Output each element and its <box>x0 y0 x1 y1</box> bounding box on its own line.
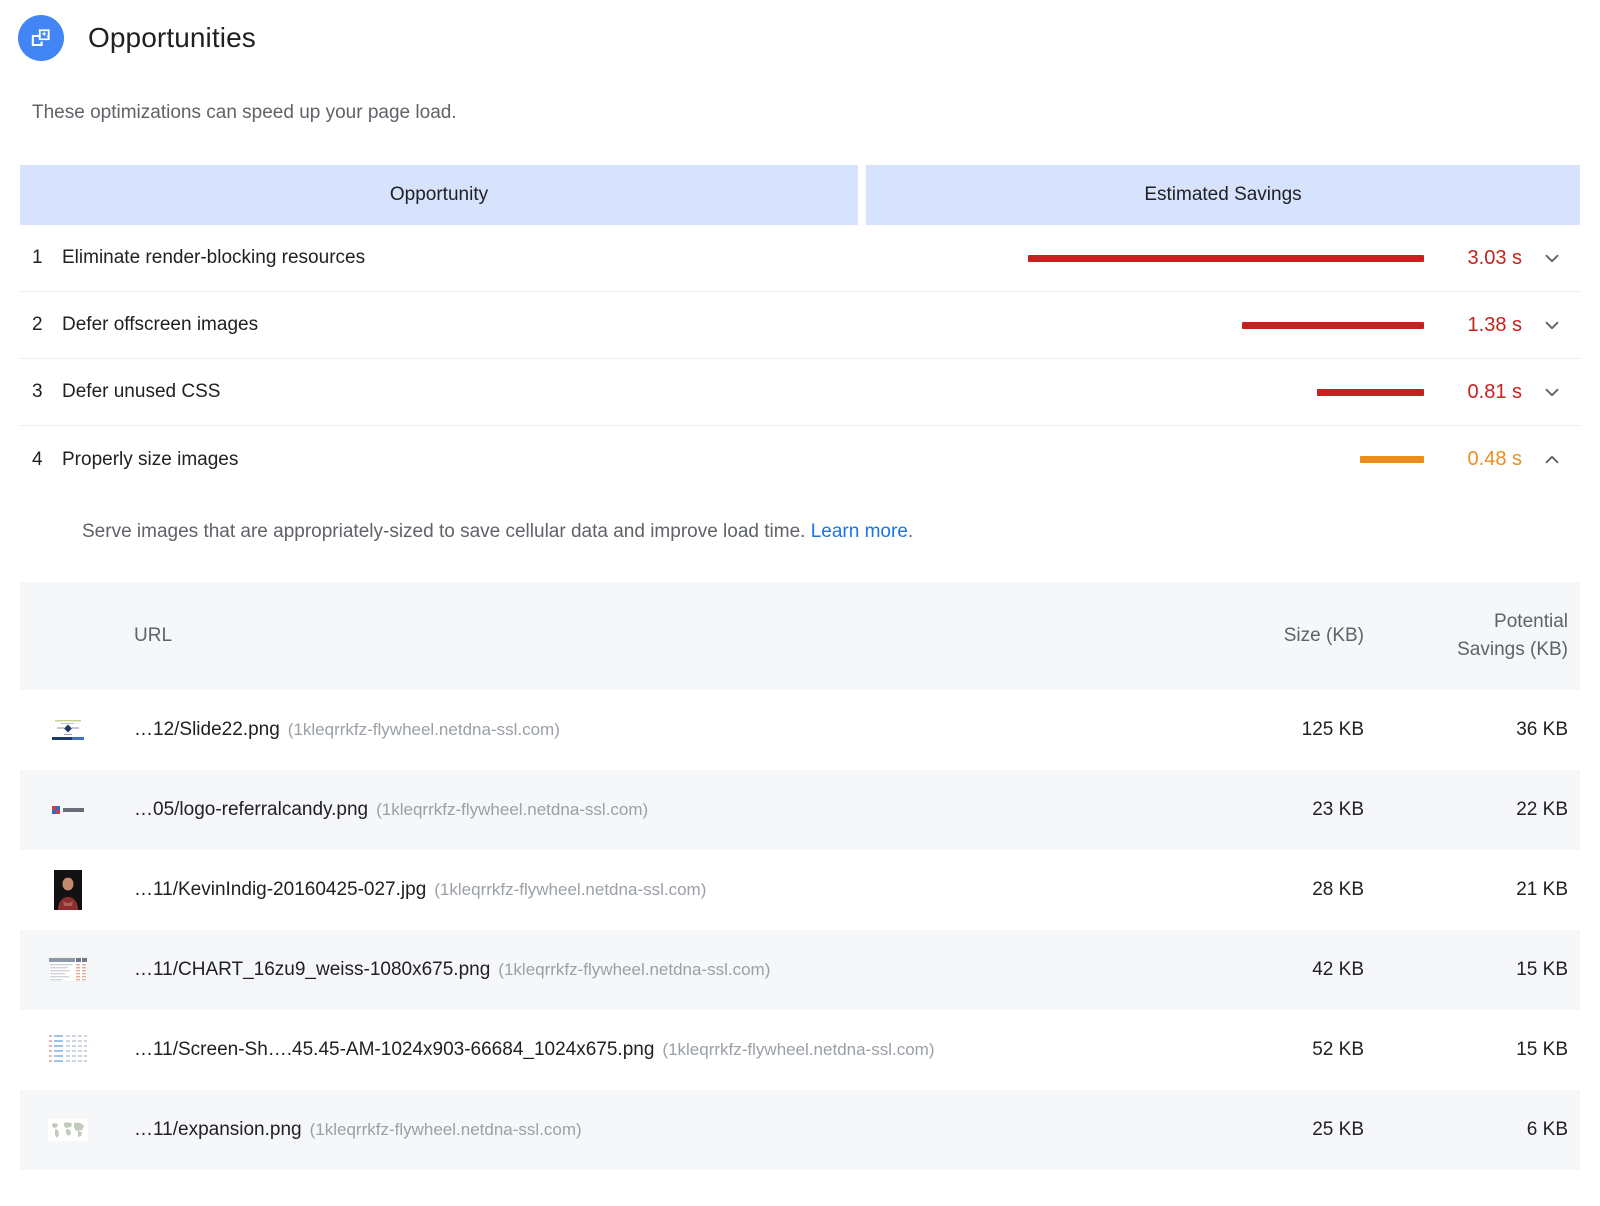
resource-potential-savings: 21 KB <box>1516 878 1568 900</box>
resource-path: …11/Screen-Sh….45.45-AM-1024x903-66684_1… <box>134 1038 655 1060</box>
savings-value: 1.38 s <box>1467 313 1522 336</box>
slide-thumbnail <box>47 710 89 750</box>
table-row[interactable]: …12/Slide22.png (1kleqrrkfz-flywheel.netd… <box>20 690 1580 770</box>
savings-bar <box>1317 388 1424 396</box>
opportunity-rank: 4 <box>32 448 43 470</box>
column-header-estimated-savings: Estimated Savings <box>866 165 1580 225</box>
resource-url: …11/Screen-Sh….45.45-AM-1024x903-66684_1… <box>116 1039 1190 1061</box>
thumbnail-cell <box>20 790 116 830</box>
thumbnail-cell <box>20 869 116 910</box>
resource-url: …12/Slide22.png (1kleqrrkfz-flywheel.netd… <box>116 719 1190 741</box>
panel-header: Opportunities <box>0 0 1600 64</box>
savings-bar <box>1360 456 1424 463</box>
chart-table-thumbnail <box>47 950 89 990</box>
savings-bar-track <box>998 456 1428 463</box>
chevron-down-icon[interactable] <box>1524 381 1580 403</box>
resource-url: …11/CHART_16zu9_weiss-1080x675.png (1kleq… <box>116 959 1190 981</box>
resource-path: …05/logo-referralcandy.png <box>134 798 369 820</box>
chevron-up-icon[interactable] <box>1524 449 1580 471</box>
resource-potential-savings: 15 KB <box>1516 958 1568 980</box>
resource-url: …11/expansion.png (1kleqrrkfz-flywheel.ne… <box>116 1119 1190 1141</box>
resource-host: (1kleqrrkfz-flywheel.netdna-ssl.com) <box>662 1039 935 1059</box>
referralcandy-logo-thumbnail <box>47 790 89 830</box>
learn-more-link[interactable]: Learn more <box>811 521 908 542</box>
column-header-size: Size (KB) <box>1283 624 1364 646</box>
spreadsheet-screenshot-thumbnail <box>47 1030 89 1070</box>
resource-host: (1kleqrrkfz-flywheel.netdna-ssl.com) <box>498 959 771 979</box>
column-header-url: URL <box>134 624 173 646</box>
opportunity-name: Defer offscreen images <box>62 314 259 335</box>
savings-bar-track <box>998 254 1428 262</box>
potential-savings-line1: Potential <box>1494 611 1568 633</box>
savings-bar-track <box>998 388 1428 396</box>
resource-potential-savings: 22 KB <box>1516 798 1568 820</box>
chevron-down-icon[interactable] <box>1524 314 1580 336</box>
table-row[interactable]: …11/Screen-Sh….45.45-AM-1024x903-66684_1… <box>20 1010 1580 1090</box>
resource-path: …12/Slide22.png <box>134 718 280 740</box>
image-sparkle-icon <box>18 15 64 61</box>
potential-savings-line2: Savings (KB) <box>1457 638 1568 660</box>
resource-path: …11/CHART_16zu9_weiss-1080x675.png <box>134 958 491 980</box>
world-map-thumbnail <box>47 1110 89 1150</box>
resource-size: 25 KB <box>1312 1118 1364 1140</box>
resource-potential-savings: 15 KB <box>1516 1038 1568 1060</box>
resource-path: …11/KevinIndig-20160425-027.jpg <box>134 878 427 900</box>
opportunity-row[interactable]: 1 Eliminate render-blocking resources 3.… <box>20 225 1580 292</box>
resource-size: 125 KB <box>1301 718 1364 740</box>
resource-size: 28 KB <box>1312 878 1364 900</box>
opportunity-table: Opportunity Estimated Savings 1 Eliminat… <box>0 165 1600 545</box>
table-row[interactable]: …11/CHART_16zu9_weiss-1080x675.png (1kleq… <box>20 929 1580 1010</box>
resource-url: …11/KevinIndig-20160425-027.jpg (1kleqrrk… <box>116 879 1190 901</box>
opportunity-rank: 1 <box>32 247 43 268</box>
opportunity-row-expanded[interactable]: 4 Properly size images 0.48 s <box>20 426 1580 493</box>
page-title: Opportunities <box>88 22 256 53</box>
thumbnail-cell <box>20 710 116 750</box>
thumbnail-cell <box>20 1030 116 1070</box>
opportunity-row[interactable]: 2 Defer offscreen images 1.38 s <box>20 292 1580 359</box>
resource-size: 23 KB <box>1312 798 1364 820</box>
resource-host: (1kleqrrkfz-flywheel.netdna-ssl.com) <box>434 879 707 899</box>
panel-subtitle: These optimizations can speed up your pa… <box>32 102 457 123</box>
column-header-opportunity: Opportunity <box>20 165 858 225</box>
opportunity-name: Defer unused CSS <box>62 381 221 402</box>
opportunity-rank: 3 <box>32 381 43 402</box>
opportunity-table-header: Opportunity Estimated Savings <box>20 165 1580 225</box>
resource-url: …05/logo-referralcandy.png (1kleqrrkfz-fl… <box>116 799 1190 821</box>
chevron-down-icon[interactable] <box>1524 247 1580 269</box>
column-header-potential-savings: Potential Savings (KB) <box>1370 608 1580 663</box>
resource-host: (1kleqrrkfz-flywheel.netdna-ssl.com) <box>287 719 560 739</box>
savings-bar <box>1242 321 1424 329</box>
opportunity-name: Properly size images <box>62 448 239 470</box>
resource-potential-savings: 6 KB <box>1526 1118 1568 1140</box>
resource-size: 52 KB <box>1312 1038 1364 1060</box>
description-period: . <box>907 521 914 542</box>
resource-potential-savings: 36 KB <box>1516 718 1568 740</box>
savings-bar-track <box>998 321 1428 329</box>
table-row[interactable]: …11/expansion.png (1kleqrrkfz-flywheel.ne… <box>20 1089 1580 1170</box>
resource-detail-table: URL Size (KB) Potential Savings (KB) …12… <box>0 581 1600 1170</box>
thumbnail-cell <box>20 950 116 990</box>
savings-value: 3.03 s <box>1467 246 1522 269</box>
resource-host: (1kleqrrkfz-flywheel.netdna-ssl.com) <box>309 1119 582 1139</box>
resource-host: (1kleqrrkfz-flywheel.netdna-ssl.com) <box>376 799 649 819</box>
portrait-photo-thumbnail <box>47 869 89 910</box>
resource-size: 42 KB <box>1312 958 1364 980</box>
savings-bar <box>1028 254 1424 262</box>
opportunity-row[interactable]: 3 Defer unused CSS 0.81 s <box>20 359 1580 426</box>
resource-table-header: URL Size (KB) Potential Savings (KB) <box>20 581 1580 690</box>
description-text: Serve images that are appropriately-size… <box>82 521 806 542</box>
opportunity-description: Serve images that are appropriately-size… <box>20 493 1580 545</box>
opportunity-name: Eliminate render-blocking resources <box>62 247 366 268</box>
opportunity-rank: 2 <box>32 314 43 335</box>
savings-value: 0.81 s <box>1467 380 1522 403</box>
table-row[interactable]: …05/logo-referralcandy.png (1kleqrrkfz-fl… <box>20 769 1580 850</box>
thumbnail-cell <box>20 1110 116 1150</box>
resource-path: …11/expansion.png <box>134 1118 302 1140</box>
table-row[interactable]: …11/KevinIndig-20160425-027.jpg (1kleqrrk… <box>20 850 1580 930</box>
savings-value: 0.48 s <box>1467 448 1522 470</box>
